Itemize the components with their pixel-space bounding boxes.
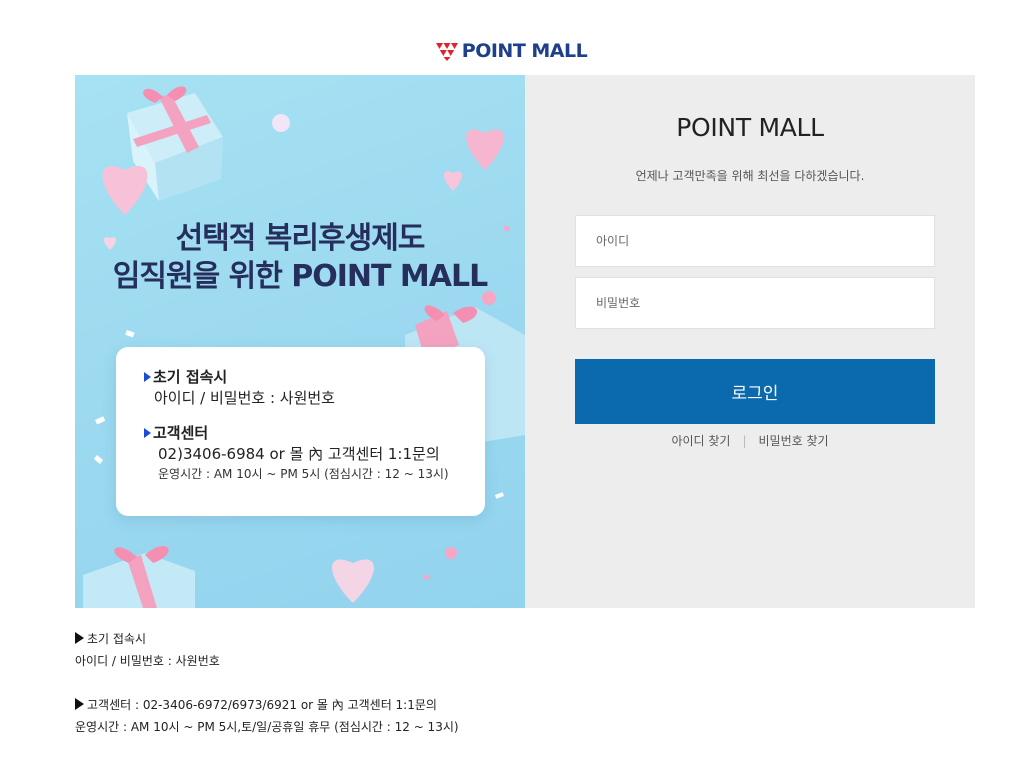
id-input[interactable] <box>575 215 935 267</box>
triangle-right-icon <box>75 632 84 644</box>
find-account-links: 아이디 찾기 | 비밀번호 찾기 <box>525 432 975 449</box>
initial-access-label: 초기 접속시 <box>153 368 228 386</box>
heart-icon <box>332 559 374 603</box>
customer-center-label: 고객센터 <box>153 424 209 442</box>
password-input[interactable] <box>575 277 935 329</box>
footer-initial-access: 초기 접속시 <box>75 628 459 650</box>
promo-banner: 선택적 복리후생제도 임직원을 위한 POINT MALL 초기 접속시 아이디… <box>75 75 525 608</box>
customer-center-text: 02)3406-6984 or 몰 內 고객센터 1:1문의 <box>158 445 440 463</box>
footer-line1: 초기 접속시 <box>87 632 147 646</box>
triangle-right-icon <box>144 428 151 438</box>
gift-box-icon <box>83 545 195 608</box>
initial-access-text: 아이디 / 비밀번호 : 사원번호 <box>154 389 335 407</box>
footer-info: 초기 접속시 아이디 / 비밀번호 : 사원번호 고객센터 : 02-3406-… <box>75 628 459 738</box>
pointmall-logo-icon <box>435 43 458 61</box>
login-panel: 선택적 복리후생제도 임직원을 위한 POINT MALL 초기 접속시 아이디… <box>75 75 975 608</box>
operating-hours-text: 운영시간 : AM 10시 ~ PM 5시 (점심시간 : 12 ~ 13시) <box>158 467 449 481</box>
footer-line4: 운영시간 : AM 10시 ~ PM 5시,토/일/공휴일 휴무 (점심시간 :… <box>75 720 459 734</box>
initial-access-heading: 초기 접속시 <box>144 367 485 387</box>
footer-line2: 아이디 / 비밀번호 : 사원번호 <box>75 654 220 668</box>
login-button[interactable]: 로그인 <box>575 359 935 424</box>
heart-icon <box>444 171 462 191</box>
heart-icon <box>102 166 148 215</box>
login-form: POINT MALL 언제나 고객만족을 위해 최선을 다하겠습니다. 로그인 … <box>525 75 975 608</box>
flower-icon <box>272 114 290 132</box>
banner-decoration <box>83 86 525 608</box>
triangle-right-icon <box>144 372 151 382</box>
banner-title-line2: 임직원을 위한 POINT MALL <box>112 259 488 294</box>
footer-line3: 고객센터 : 02-3406-6972/6973/6921 or 몰 內 고객센… <box>87 698 437 712</box>
customer-center-heading: 고객센터 <box>144 423 485 443</box>
find-password-link[interactable]: 비밀번호 찾기 <box>759 432 829 449</box>
banner-info-card: 초기 접속시 아이디 / 비밀번호 : 사원번호 고객센터 02)3406-69… <box>116 347 485 516</box>
banner-title-line1: 선택적 복리후생제도 <box>175 221 426 256</box>
login-subtitle: 언제나 고객만족을 위해 최선을 다하겠습니다. <box>635 169 865 183</box>
link-separator: | <box>742 433 747 448</box>
footer-customer-center: 고객센터 : 02-3406-6972/6973/6921 or 몰 內 고객센… <box>75 694 459 716</box>
triangle-right-icon <box>75 698 84 710</box>
login-title: POINT MALL <box>676 113 824 142</box>
find-id-link[interactable]: 아이디 찾기 <box>671 432 730 449</box>
logo-text: POINT MALL <box>461 40 588 62</box>
banner-title: 선택적 복리후생제도 임직원을 위한 POINT MALL <box>75 220 525 296</box>
site-logo[interactable]: POINT MALL <box>0 38 1023 64</box>
heart-icon <box>466 129 504 170</box>
